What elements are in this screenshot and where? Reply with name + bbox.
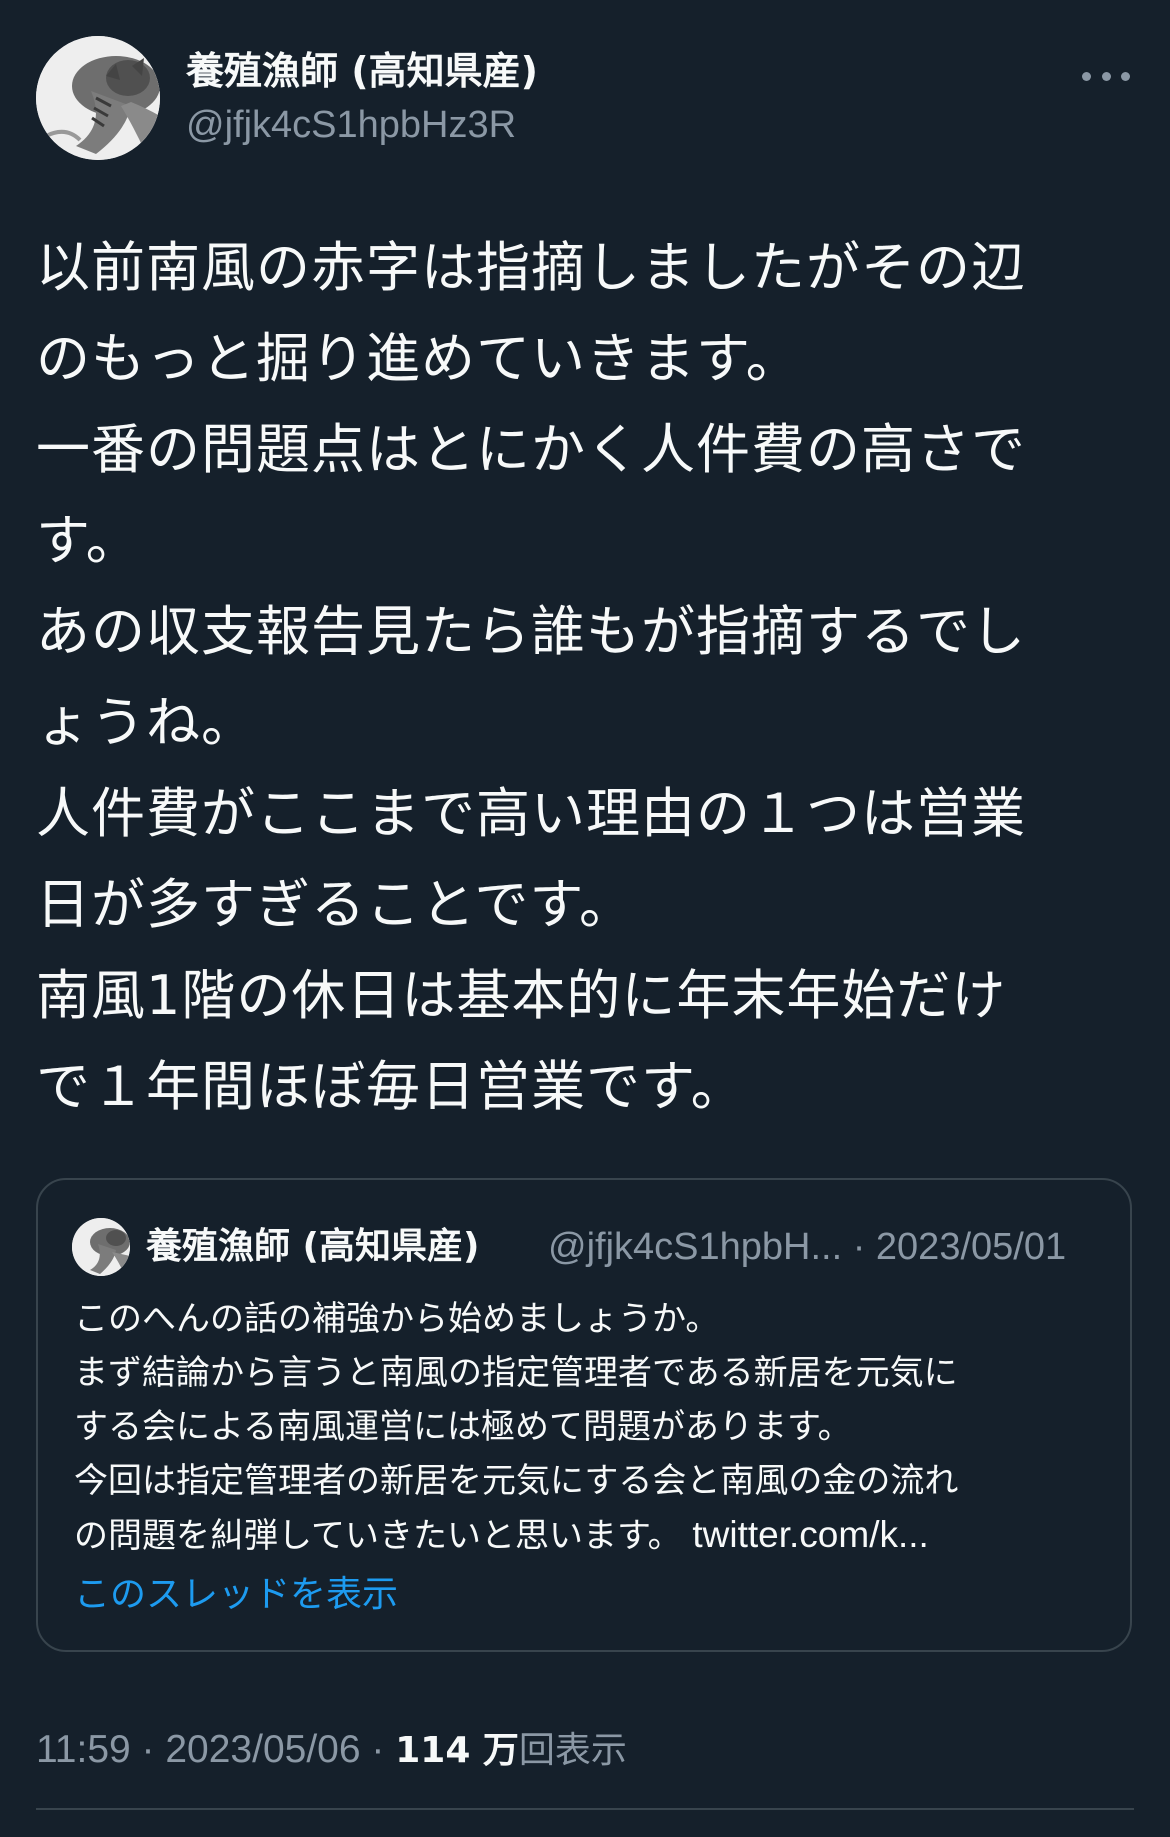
more-dot [1082, 71, 1091, 81]
tweet-header: 養殖漁師 (高知県産) @jfjk4cS1hpbHz3R [36, 36, 1136, 164]
views-label: 回表示 [518, 1730, 627, 1771]
tweet-meta: 11:59 · 2023/05/06 · 114 万回表示 [36, 1724, 627, 1777]
quoted-tweet-card[interactable]: 養殖漁師 (高知県産) @jfjk4cS1hpbH... · 2023/05/0… [36, 1178, 1132, 1652]
tweet-line: のもっと掘り進めていきます。 [36, 327, 801, 390]
tweet-line: 日が多すぎることです。 [36, 873, 634, 936]
quoted-tweet-link[interactable]: twitter.com/k... [692, 1514, 928, 1555]
quoted-line: 今回は指定管理者の新居を元気にする会と南風の金の流れ [74, 1461, 959, 1501]
quoted-tweet-text: このへんの話の補強から始めましょうか。 まず結論から言うと南風の指定管理者である… [74, 1292, 1104, 1562]
tweet-time-date[interactable]: 11:59 · 2023/05/06 · [36, 1728, 395, 1771]
quoted-author-display-name: 養殖漁師 (高知県産) [146, 1226, 480, 1267]
author-display-name[interactable]: 養殖漁師 (高知県産) [186, 46, 538, 96]
quoted-author-avatar [72, 1218, 130, 1276]
quoted-tweet-header: 養殖漁師 (高知県産) @jfjk4cS1hpbH... · 2023/05/0… [72, 1218, 1102, 1276]
author-avatar[interactable] [36, 36, 160, 160]
cat-avatar-icon [36, 36, 160, 160]
author-handle[interactable]: @jfjk4cS1hpbHz3R [186, 100, 538, 150]
cat-avatar-icon [72, 1218, 130, 1276]
tweet-line: あの収支報告見たら誰もが指摘するでし [36, 600, 1026, 663]
more-options-icon[interactable] [1082, 64, 1130, 88]
views-count: 114 万 [395, 1730, 519, 1771]
tweet-line: 人件費がここまで高い理由の１つは営業 [36, 782, 1026, 845]
quoted-line: する会による南風運営には極めて問題があります。 [74, 1407, 852, 1447]
tweet-line: 南風1階の休日は基本的に年末年始だけ [36, 964, 1007, 1027]
tweet-line: 一番の問題点はとにかく人件費の高さで [36, 418, 1026, 481]
more-dot [1101, 71, 1111, 81]
tweet-line: 以前南風の赤字は指摘しましたがその辺 [36, 236, 1026, 299]
tweet-text: 以前南風の赤字は指摘しましたがその辺 のもっと掘り進めていきます。 一番の問題点… [36, 222, 1136, 1132]
quoted-line-last: の問題を糾弾していきたいと思います。 twitter.com/k... [74, 1508, 1104, 1562]
quoted-line: まず結論から言うと南風の指定管理者である新居を元気に [74, 1353, 958, 1393]
quoted-line-text: の問題を糾弾していきたいと思います。 [74, 1516, 693, 1556]
tweet-line: ょうね。 [36, 691, 256, 754]
author-names: 養殖漁師 (高知県産) @jfjk4cS1hpbHz3R [186, 46, 538, 150]
tweet-line: す。 [36, 509, 141, 572]
more-dot [1121, 71, 1130, 81]
quoted-line: このへんの話の補強から始めましょうか。 [74, 1299, 720, 1339]
show-thread-link[interactable]: このスレッドを表示 [74, 1570, 398, 1620]
quoted-author-handle-date: @jfjk4cS1hpbH... · 2023/05/01 [548, 1226, 1067, 1268]
divider [36, 1808, 1134, 1810]
tweet-line: で１年間ほぼ毎日営業です。 [36, 1055, 746, 1118]
